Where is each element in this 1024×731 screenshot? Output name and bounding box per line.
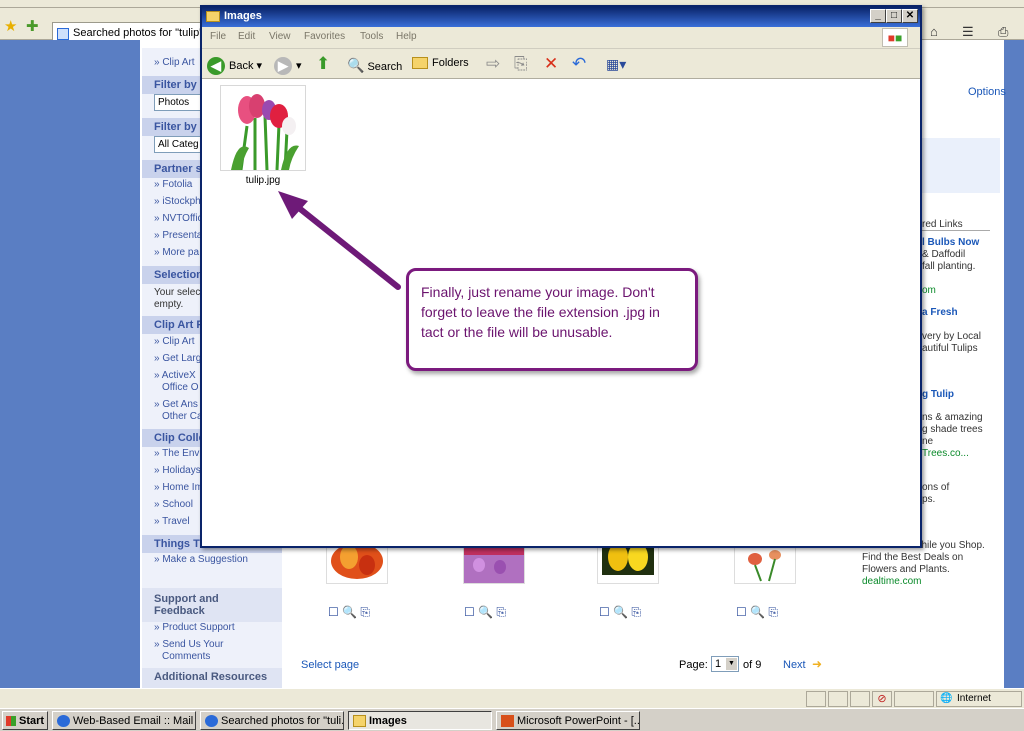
instruction-callout: Finally, just rename your image. Don't f… [406, 268, 698, 371]
powerpoint-icon [501, 715, 514, 727]
ie-icon [205, 715, 218, 727]
task-powerpoint[interactable]: Microsoft PowerPoint - [... [496, 711, 640, 730]
folder-icon [353, 715, 366, 727]
internet-globe-icon: 🌐 [940, 693, 953, 704]
status-cell-1 [806, 691, 826, 707]
task-searched-photos[interactable]: Searched photos for "tuli... [200, 711, 344, 730]
security-zone: 🌐 Internet [936, 691, 1022, 707]
start-label: Start [19, 715, 45, 727]
status-cell-2 [828, 691, 848, 707]
task-label: Images [369, 715, 407, 727]
ie-icon [57, 715, 70, 727]
windows-flag-icon [6, 716, 16, 726]
taskbar: Start Web-Based Email :: Mail ... Search… [0, 708, 1024, 731]
task-label: Searched photos for "tuli... [221, 715, 344, 727]
browser-status-bar: ⊘ 🌐 Internet [0, 688, 1024, 708]
popup-blocker-icon[interactable]: ⊘ [872, 691, 892, 707]
security-zone-label: Internet [957, 693, 991, 704]
status-cell-5 [894, 691, 934, 707]
status-cell-3 [850, 691, 870, 707]
task-images[interactable]: Images [348, 711, 492, 730]
task-label: Web-Based Email :: Mail ... [73, 715, 196, 727]
task-label: Microsoft PowerPoint - [... [517, 715, 640, 727]
start-button[interactable]: Start [2, 711, 48, 730]
task-web-mail[interactable]: Web-Based Email :: Mail ... [52, 711, 196, 730]
